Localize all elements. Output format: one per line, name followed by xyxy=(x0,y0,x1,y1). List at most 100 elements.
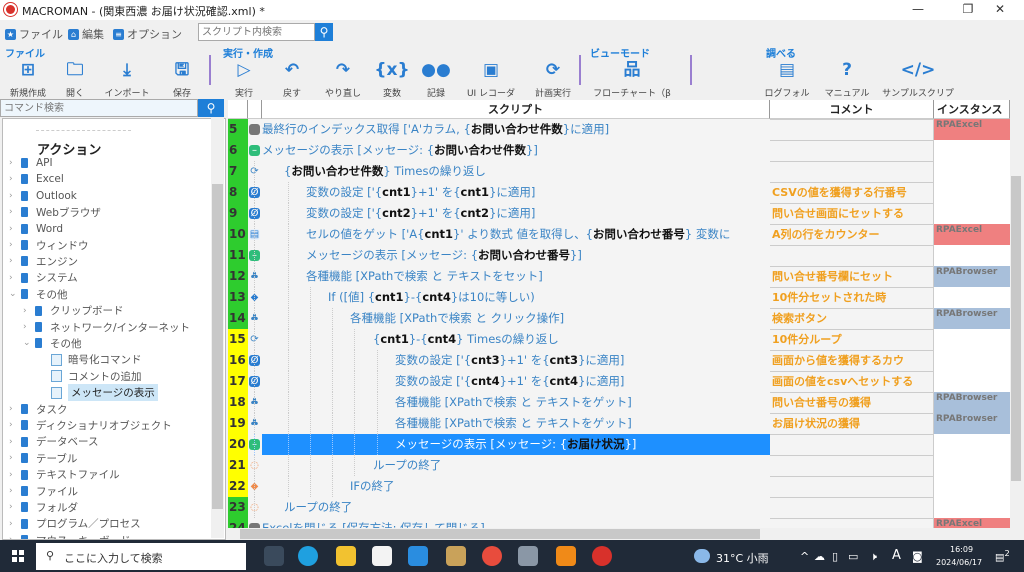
comment-cell[interactable]: 問い合せ番号欄にセット xyxy=(770,266,934,287)
schedule-run-button[interactable]: ⟳ 計画実行 xyxy=(528,60,578,99)
chevron-right-icon[interactable]: › xyxy=(9,502,21,512)
script-row[interactable]: 14 ♣ 各種機能 [XPathで検索 と クリック操作] 検索ボタン RPABrows… xyxy=(228,308,1010,329)
instance-cell[interactable] xyxy=(934,182,1010,203)
close-button[interactable]: ✕ xyxy=(985,2,1015,18)
camera-button[interactable]: ●● 記録 xyxy=(411,60,461,99)
script-row[interactable]: 20– メッセージの表示 [メッセージ: {お届け状況}] xyxy=(228,434,1010,455)
script-row[interactable]: 17 Ø 変数の設定 ['{cnt4}+1' を{cnt4}に適用] 画面の値をcsv… xyxy=(228,371,1010,392)
chevron-right-icon[interactable]: › xyxy=(9,404,21,414)
volume-icon[interactable]: 🕨 xyxy=(870,550,877,564)
comment-cell[interactable]: 10件分セットされた時 xyxy=(770,287,934,308)
tree-item[interactable]: › ウィンドウ xyxy=(9,237,89,253)
chevron-right-icon[interactable]: › xyxy=(9,158,21,168)
help-button[interactable]: ? マニュアル xyxy=(822,60,872,99)
instance-cell[interactable]: RPABrowser xyxy=(934,308,1010,329)
tree-item[interactable]: › ファイル xyxy=(9,483,78,499)
maximize-button[interactable]: ❐ xyxy=(953,2,983,18)
script-row[interactable]: 8 Ø 変数の設定 ['{cnt1}+1' を{cnt1}に適用] CSVの値を獲得す… xyxy=(228,182,1010,203)
chevron-right-icon[interactable]: › xyxy=(9,174,21,184)
tree-item[interactable]: › API xyxy=(9,155,53,171)
script-row[interactable]: 10 ▤ セルの値をゲット ['A{cnt1}' より数式 値を取得し、{お問い合わ… xyxy=(228,224,1010,245)
tree-item[interactable]: コメントの追加 xyxy=(51,368,142,384)
instance-cell[interactable] xyxy=(934,329,1010,350)
tree-item[interactable]: › データベース xyxy=(9,434,98,450)
script-row[interactable]: 13 ◆ If ([値] {cnt1}-{cnt4}は10に等しい) 10件分セットさ… xyxy=(228,287,1010,308)
chevron-right-icon[interactable]: › xyxy=(9,470,21,480)
calculator-icon[interactable] xyxy=(518,546,538,566)
chevron-right-icon[interactable]: › xyxy=(9,224,21,234)
taskbar-search[interactable]: ⚲ ここに入力して検索 xyxy=(36,543,246,570)
chevron-right-icon[interactable]: › xyxy=(23,306,35,316)
script-row[interactable]: 6– メッセージの表示 [メッセージ: {お問い合わせ件数}] xyxy=(228,140,1010,161)
chevron-right-icon[interactable]: › xyxy=(9,453,21,463)
comment-cell[interactable] xyxy=(770,455,934,476)
tree-item[interactable]: › Outlook xyxy=(9,188,77,204)
comment-cell[interactable]: 問い合せ画面にセットする xyxy=(770,203,934,224)
tree-item[interactable]: › ディクショナリオブジェクト xyxy=(9,417,172,433)
instance-cell[interactable] xyxy=(934,161,1010,182)
script-row[interactable]: 19 ♣ 各種機能 [XPathで検索 と テキストをゲット] お届け状況の獲得 RPA… xyxy=(228,413,1010,434)
script-row[interactable]: 23 ◌ ループの終了 xyxy=(228,497,1010,518)
instance-cell[interactable] xyxy=(934,203,1010,224)
script-row[interactable]: 18 ♣ 各種機能 [XPathで検索 と テキストをゲット] 問い合せ番号の獲得 RP… xyxy=(228,392,1010,413)
comment-cell[interactable]: お届け状況の獲得 xyxy=(770,413,934,434)
chevron-right-icon[interactable]: › xyxy=(9,519,21,529)
tree-item[interactable]: › テーブル xyxy=(9,450,77,466)
undo-button[interactable]: ↶ 戻す xyxy=(267,60,317,99)
command-search-button[interactable]: ⚲ xyxy=(198,99,224,117)
tree-item[interactable]: › クリップボード xyxy=(23,303,124,319)
instance-cell[interactable] xyxy=(934,140,1010,161)
header-comment[interactable]: コメント xyxy=(770,100,934,119)
script-search-input[interactable] xyxy=(198,23,315,41)
battery-icon[interactable]: ▯ xyxy=(832,550,838,563)
chevron-right-icon[interactable]: › xyxy=(9,420,21,430)
script-row[interactable]: 22 ◆ IFの終了 xyxy=(228,476,1010,497)
instance-cell[interactable]: RPABrowser xyxy=(934,392,1010,413)
comment-cell[interactable]: 画面の値をcsvへセットする xyxy=(770,371,934,392)
script-row[interactable]: 7 ⟳ {お問い合わせ件数} Timesの繰り返し xyxy=(228,161,1010,182)
comment-cell[interactable]: 画面から値を獲得するカウ xyxy=(770,350,934,371)
comment-cell[interactable] xyxy=(770,119,934,140)
instance-cell[interactable]: RPABrowser xyxy=(934,413,1010,434)
tree-item[interactable]: › エンジン xyxy=(9,253,78,269)
grid-vertical-scrollbar[interactable] xyxy=(1010,100,1022,528)
tree-item[interactable]: › プログラム／プロセス xyxy=(9,516,141,532)
chevron-down-icon[interactable]: ⌄ xyxy=(9,289,21,299)
instance-cell[interactable] xyxy=(934,350,1010,371)
menu-edit[interactable]: ⌂ 編集 xyxy=(68,26,104,42)
script-row[interactable]: 5▦最終行のインデックス取得 ['A'カラム, {お問い合わせ件数}に適用] RP… xyxy=(228,119,1010,140)
weather-text[interactable]: 31°C 小雨 xyxy=(716,550,769,566)
instance-cell[interactable]: RPAExcel xyxy=(934,518,1010,528)
tree-item[interactable]: ⌄ その他 xyxy=(23,335,82,351)
chevron-right-icon[interactable]: › xyxy=(9,191,21,201)
chevron-right-icon[interactable]: › xyxy=(9,486,21,496)
instance-cell[interactable] xyxy=(934,287,1010,308)
tree-item[interactable]: › タスク xyxy=(9,401,68,417)
chevron-right-icon[interactable]: › xyxy=(9,437,21,447)
mail-icon[interactable] xyxy=(408,546,428,566)
command-search-input[interactable] xyxy=(0,99,198,117)
vlc-icon[interactable] xyxy=(556,546,576,566)
tree-scrollbar[interactable] xyxy=(211,118,224,538)
scrollbar-thumb[interactable] xyxy=(212,184,223,509)
script-row[interactable]: 11– メッセージの表示 [メッセージ: {お問い合わせ番号}] xyxy=(228,245,1010,266)
scrollbar-thumb[interactable] xyxy=(240,529,760,539)
script-row[interactable]: 16 Ø 変数の設定 ['{cnt3}+1' を{cnt3}に適用] 画面から値を獲得… xyxy=(228,350,1010,371)
import-button[interactable]: ⤓ インポート xyxy=(102,60,152,99)
comment-cell[interactable]: 10件分ループ xyxy=(770,329,934,350)
tree-item[interactable]: ›マウス・キーボード xyxy=(9,532,131,539)
comment-cell[interactable] xyxy=(770,245,934,266)
task-view-icon[interactable] xyxy=(264,546,284,566)
instance-cell[interactable] xyxy=(934,455,1010,476)
instance-cell[interactable] xyxy=(934,476,1010,497)
play-button[interactable]: ▷ 実行 xyxy=(219,60,269,99)
script-row[interactable]: 12 ♣ 各種機能 [XPathで検索 と テキストをセット] 問い合せ番号欄にセット… xyxy=(228,266,1010,287)
tree-item[interactable]: › Word xyxy=(9,221,63,237)
instance-cell[interactable]: RPAExcel xyxy=(934,224,1010,245)
edge-icon[interactable] xyxy=(298,546,318,566)
tree-item[interactable]: › テキストファイル xyxy=(9,467,120,483)
script-row[interactable]: 9 Ø 変数の設定 ['{cnt2}+1' を{cnt2}に適用] 問い合せ画面にセッ… xyxy=(228,203,1010,224)
scrollbar-thumb[interactable] xyxy=(1011,176,1021,481)
instance-cell[interactable] xyxy=(934,245,1010,266)
comment-cell[interactable] xyxy=(770,497,934,518)
